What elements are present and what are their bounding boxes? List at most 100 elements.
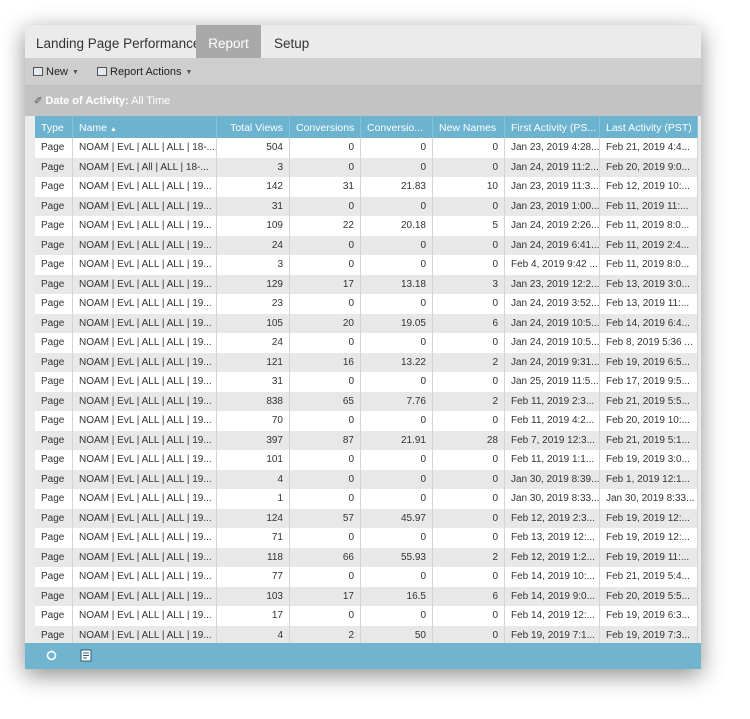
cell-total-views: 397 xyxy=(217,430,290,450)
cell-first-activity: Feb 11, 2019 4:2... xyxy=(505,411,600,431)
cell-new-names: 0 xyxy=(433,294,505,314)
cell-first-activity: Feb 4, 2019 9:42 ... xyxy=(505,255,600,275)
column-header-type[interactable]: Type xyxy=(35,116,73,138)
column-header-total-views[interactable]: Total Views xyxy=(217,116,290,138)
table-row[interactable]: Page NOAM | EvL | ALL | ALL | 19... 71 0 0 0 F… xyxy=(35,528,698,548)
cell-conversion-rate: 0 xyxy=(361,157,433,177)
cell-first-activity: Jan 25, 2019 11:5... xyxy=(505,372,600,392)
cell-name: NOAM | EvL | ALL | ALL | 19... xyxy=(73,469,217,489)
cell-name: NOAM | EvL | ALL | ALL | 19... xyxy=(73,352,217,372)
cell-last-activity: Feb 21, 2019 4:4... xyxy=(600,138,698,158)
cell-conversion-rate: 0 xyxy=(361,333,433,353)
cell-conversions: 0 xyxy=(290,372,361,392)
report-actions-icon xyxy=(97,67,107,76)
cell-first-activity: Jan 24, 2019 10:5... xyxy=(505,313,600,333)
cell-new-names: 5 xyxy=(433,216,505,236)
sort-asc-icon: ▲ xyxy=(109,126,117,133)
cell-last-activity: Feb 20, 2019 10:... xyxy=(600,411,698,431)
cell-conversion-rate: 13.18 xyxy=(361,274,433,294)
tab-report[interactable]: Report xyxy=(196,25,261,58)
cell-first-activity: Jan 24, 2019 2:26... xyxy=(505,216,600,236)
cell-total-views: 142 xyxy=(217,177,290,197)
table-row[interactable]: Page NOAM | EvL | ALL | ALL | 19... 1 0 0 0 Ja… xyxy=(35,489,698,509)
column-header-last-activity[interactable]: Last Activity (PST) xyxy=(600,116,698,138)
cell-total-views: 101 xyxy=(217,450,290,470)
cell-conversion-rate: 0 xyxy=(361,294,433,314)
tab-landing-page-performance[interactable]: Landing Page Performance xyxy=(36,25,200,58)
filter-value: All Time xyxy=(131,95,171,107)
cell-type: Page xyxy=(35,177,73,197)
table-row[interactable]: Page NOAM | EvL | ALL | ALL | 19... 121 16 1… xyxy=(35,352,698,372)
cell-new-names: 0 xyxy=(433,157,505,177)
cell-last-activity: Feb 21, 2019 5:4... xyxy=(600,567,698,587)
cell-first-activity: Jan 24, 2019 10:5... xyxy=(505,333,600,353)
table-row[interactable]: Page NOAM | EvL | ALL | ALL | 19... 31 0 0 0 J… xyxy=(35,372,698,392)
cell-new-names: 2 xyxy=(433,352,505,372)
export-icon[interactable] xyxy=(80,649,93,662)
table-row[interactable]: Page NOAM | EvL | ALL | ALL | 19... 101 0 0 0… xyxy=(35,450,698,470)
new-button[interactable]: New ▼ xyxy=(33,64,79,80)
cell-last-activity: Feb 19, 2019 12:... xyxy=(600,528,698,548)
cell-name: NOAM | EvL | ALL | ALL | 19... xyxy=(73,177,217,197)
table-row[interactable]: Page NOAM | EvL | ALL | ALL | 18-... 504 0 0… xyxy=(35,138,698,158)
cell-last-activity: Feb 17, 2019 9:5... xyxy=(600,372,698,392)
table-row[interactable]: Page NOAM | EvL | ALL | ALL | 19... 17 0 0 0 F… xyxy=(35,606,698,626)
filter-bar: ✐ Date of Activity: All Time xyxy=(25,86,701,116)
column-header-name[interactable]: Name ▲ xyxy=(73,116,217,138)
cell-last-activity: Feb 11, 2019 8:0... xyxy=(600,216,698,236)
tab-setup[interactable]: Setup xyxy=(274,25,309,58)
table-row[interactable]: Page NOAM | EvL | ALL | ALL | 19... 3 0 0 0 Fe… xyxy=(35,255,698,275)
table-row[interactable]: Page NOAM | EvL | ALL | ALL | 19... 70 0 0 0 F… xyxy=(35,411,698,431)
cell-name: NOAM | EvL | ALL | ALL | 19... xyxy=(73,255,217,275)
cell-new-names: 0 xyxy=(433,138,505,158)
table-row[interactable]: Page NOAM | EvL | ALL | ALL | 19... 23 0 0 0 J… xyxy=(35,294,698,314)
cell-conversions: 0 xyxy=(290,469,361,489)
cell-conversions: 0 xyxy=(290,567,361,587)
column-header-conversion-rate[interactable]: Conversio... xyxy=(361,116,433,138)
column-header-first-activity[interactable]: First Activity (PS... xyxy=(505,116,600,138)
table-row[interactable]: Page NOAM | EvL | ALL | ALL | 19... 838 65 7… xyxy=(35,391,698,411)
table-row[interactable]: Page NOAM | EvL | ALL | ALL | 19... 31 0 0 0 J… xyxy=(35,196,698,216)
cell-name: NOAM | EvL | ALL | ALL | 19... xyxy=(73,586,217,606)
table-row[interactable]: Page NOAM | EvL | ALL | ALL | 19... 124 57 4… xyxy=(35,508,698,528)
date-filter[interactable]: ✐ Date of Activity: All Time xyxy=(34,95,170,107)
cell-total-views: 838 xyxy=(217,391,290,411)
refresh-icon[interactable] xyxy=(45,649,58,662)
cell-conversions: 22 xyxy=(290,216,361,236)
cell-type: Page xyxy=(35,625,73,643)
cell-last-activity: Feb 19, 2019 12:... xyxy=(600,508,698,528)
table-row[interactable]: Page NOAM | EvL | All | ALL | 18-... 3 0 0 0 J… xyxy=(35,157,698,177)
cell-conversions: 0 xyxy=(290,333,361,353)
cell-first-activity: Feb 14, 2019 10:... xyxy=(505,567,600,587)
table-row[interactable]: Page NOAM | EvL | ALL | ALL | 19... 105 20 1… xyxy=(35,313,698,333)
grid-header: Type Name ▲ Total Views Conversions Conv… xyxy=(35,116,698,138)
table-row[interactable]: Page NOAM | EvL | ALL | ALL | 19... 77 0 0 0 F… xyxy=(35,567,698,587)
table-row[interactable]: Page NOAM | EvL | ALL | ALL | 19... 4 2 50 0 F… xyxy=(35,625,698,643)
table-row[interactable]: Page NOAM | EvL | ALL | ALL | 19... 4 0 0 0 Ja… xyxy=(35,469,698,489)
cell-new-names: 0 xyxy=(433,196,505,216)
table-row[interactable]: Page NOAM | EvL | ALL | ALL | 19... 103 17 1… xyxy=(35,586,698,606)
cell-last-activity: Feb 21, 2019 5:5... xyxy=(600,391,698,411)
cell-type: Page xyxy=(35,606,73,626)
column-header-conversions[interactable]: Conversions xyxy=(290,116,361,138)
cell-first-activity: Jan 30, 2019 8:33... xyxy=(505,489,600,509)
cell-name: NOAM | EvL | ALL | ALL | 19... xyxy=(73,294,217,314)
cell-first-activity: Jan 24, 2019 11:2... xyxy=(505,157,600,177)
table-row[interactable]: Page NOAM | EvL | ALL | ALL | 19... 129 17 1… xyxy=(35,274,698,294)
table-row[interactable]: Page NOAM | EvL | ALL | ALL | 19... 397 87 2… xyxy=(35,430,698,450)
table-row[interactable]: Page NOAM | EvL | ALL | ALL | 19... 24 0 0 0 J… xyxy=(35,235,698,255)
pin-icon: ✐ xyxy=(34,96,43,107)
report-actions-button[interactable]: Report Actions ▼ xyxy=(97,64,192,80)
table-row[interactable]: Page NOAM | EvL | ALL | ALL | 19... 142 31 2… xyxy=(35,177,698,197)
cell-first-activity: Feb 14, 2019 12:... xyxy=(505,606,600,626)
cell-first-activity: Feb 12, 2019 1:2... xyxy=(505,547,600,567)
table-row[interactable]: Page NOAM | EvL | ALL | ALL | 19... 118 66 5… xyxy=(35,547,698,567)
cell-new-names: 0 xyxy=(433,255,505,275)
table-row[interactable]: Page NOAM | EvL | ALL | ALL | 19... 109 22 2… xyxy=(35,216,698,236)
cell-last-activity: Feb 20, 2019 5:5... xyxy=(600,586,698,606)
cell-total-views: 70 xyxy=(217,411,290,431)
table-row[interactable]: Page NOAM | EvL | ALL | ALL | 19... 24 0 0 0 J… xyxy=(35,333,698,353)
cell-type: Page xyxy=(35,430,73,450)
column-header-new-names[interactable]: New Names xyxy=(433,116,505,138)
cell-first-activity: Jan 24, 2019 6:41... xyxy=(505,235,600,255)
